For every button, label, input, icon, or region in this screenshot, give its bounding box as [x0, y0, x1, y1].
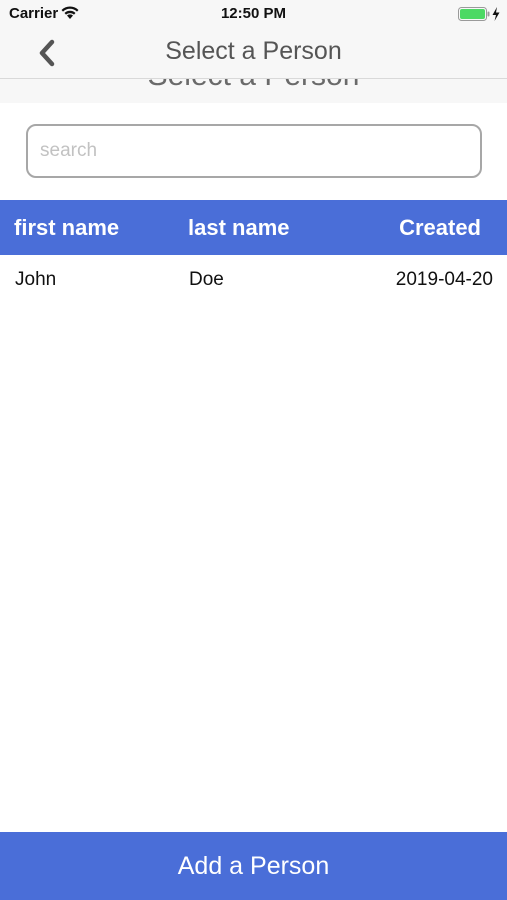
- table-header: first name last name Created: [0, 200, 507, 255]
- column-header-created[interactable]: Created: [399, 215, 481, 241]
- cell-created: 2019-04-20: [395, 269, 493, 290]
- status-bar: Carrier 12:50 PM: [0, 0, 507, 28]
- battery-charging-icon: [458, 6, 502, 22]
- screen: Carrier 12:50 PM Select a Person search …: [0, 0, 507, 900]
- large-title-area: Select a Person: [0, 79, 507, 103]
- navigation-bar: Select a Person: [0, 28, 507, 79]
- column-header-last-name[interactable]: last name: [188, 215, 290, 241]
- cell-last-name: Doe: [189, 269, 224, 290]
- clock: 12:50 PM: [220, 5, 287, 22]
- cell-first-name: John: [15, 269, 57, 290]
- column-header-first-name[interactable]: first name: [14, 215, 119, 241]
- search-input[interactable]: [26, 124, 482, 178]
- page-title: Select a Person: [165, 37, 342, 65]
- add-person-button[interactable]: Add a Person: [0, 832, 507, 900]
- large-title: Select a Person: [0, 79, 507, 93]
- table-row[interactable]: John Doe 2019-04-20: [0, 255, 507, 305]
